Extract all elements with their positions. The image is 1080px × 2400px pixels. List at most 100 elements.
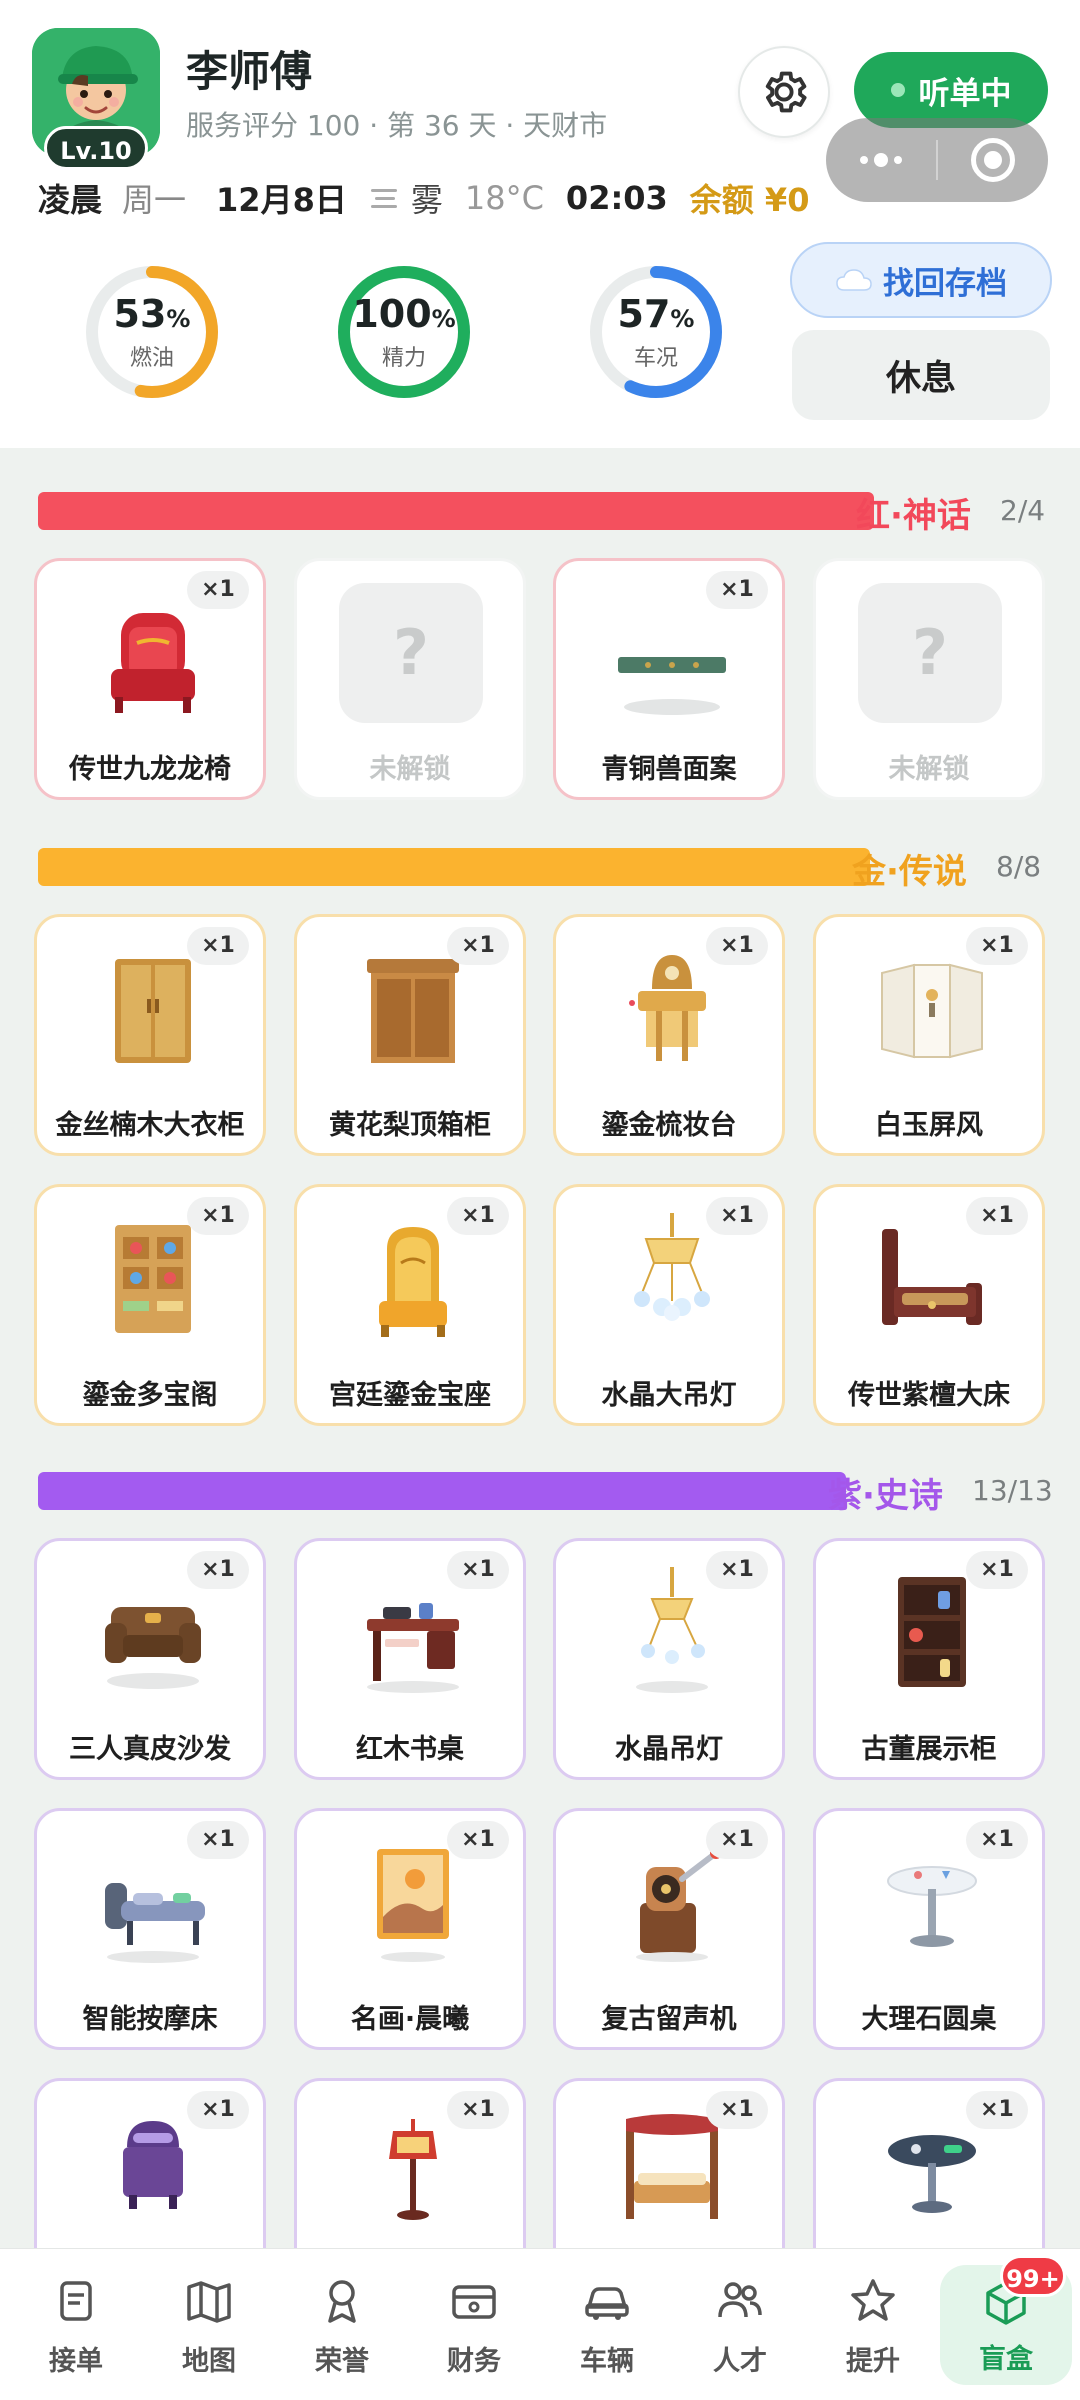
more-dots-icon: [860, 153, 902, 167]
cloud-icon: [836, 269, 872, 291]
tab-map[interactable]: 地图: [143, 2249, 275, 2400]
item-name: 传世九龙龙椅: [69, 754, 231, 785]
more-options-button[interactable]: [826, 118, 936, 202]
collection-item-card[interactable]: ×1 鎏金多宝阁: [34, 1184, 266, 1426]
collection-item-card[interactable]: ×1 鎏金梳妆台: [553, 914, 785, 1156]
tab-people[interactable]: 人才: [674, 2249, 806, 2400]
tab-car[interactable]: 车辆: [541, 2249, 673, 2400]
user-name: 李师傅: [186, 47, 313, 96]
status-label: 听单中: [918, 75, 1012, 112]
vehicle-condition-gauge: 57% 车况: [586, 262, 726, 402]
section-count: 2/4: [1000, 494, 1046, 527]
section-bar: [38, 1472, 846, 1510]
item-name: 复古留声机: [601, 2004, 737, 2035]
fuel-gauge: 53% 燃油: [82, 262, 222, 402]
energy-value: 100%: [352, 292, 456, 336]
item-name: 青铜兽面案: [601, 754, 737, 785]
section-count: 8/8: [996, 850, 1042, 883]
tab-medal[interactable]: 荣誉: [276, 2249, 408, 2400]
people-icon: [718, 2282, 762, 2318]
section-bar: [38, 848, 870, 886]
recover-save-button[interactable]: 找回存档: [790, 242, 1052, 318]
collection-item-card[interactable]: ×1 红木书桌: [294, 1538, 526, 1780]
tab-label: 接单: [49, 2346, 103, 2377]
quantity-badge: ×1: [447, 1551, 509, 1589]
collection-item-card[interactable]: ×1 传世九龙龙椅: [34, 558, 266, 800]
user-meta: 服务评分 100 · 第 36 天 · 天财市: [186, 109, 608, 142]
level-badge: Lv.10: [44, 126, 148, 170]
collection-item-card[interactable]: ×1 传世紫檀大床: [813, 1184, 1045, 1426]
quantity-badge: ×1: [706, 1197, 768, 1235]
collection-item-card[interactable]: ×1 水晶大吊灯: [553, 1184, 785, 1426]
quantity-badge: ×1: [706, 927, 768, 965]
temperature: 18°C: [464, 179, 544, 217]
item-name: 黄花梨顶箱柜: [329, 1110, 491, 1141]
mini-program-capsule: [826, 118, 1048, 202]
collection-item-card[interactable]: ×1 智能按摩床: [34, 1808, 266, 2050]
item-name: 传世紫檀大床: [848, 1380, 1010, 1411]
time-of-day: 凌晨: [38, 181, 103, 219]
quantity-badge: ×1: [187, 1821, 249, 1859]
vehicle-condition-value: 57%: [617, 292, 695, 336]
listening-status-button[interactable]: 听单中: [854, 52, 1048, 128]
tab-label: 车辆: [580, 2346, 634, 2377]
rest-button[interactable]: 休息: [792, 330, 1050, 420]
quantity-badge: ×1: [966, 1821, 1028, 1859]
collection-item-card[interactable]: ×1 白玉屏风: [813, 914, 1045, 1156]
quantity-badge: ×1: [966, 2091, 1028, 2129]
collection-item-card[interactable]: ×1 青铜兽面案: [553, 558, 785, 800]
weather: 雾: [410, 181, 443, 219]
locked-item-card[interactable]: ? 未解锁: [294, 558, 526, 800]
wallet-icon: [452, 2285, 496, 2319]
energy-label: 精力: [381, 346, 426, 371]
tab-star[interactable]: 提升: [807, 2249, 939, 2400]
quantity-badge: ×1: [706, 1551, 768, 1589]
item-name: 智能按摩床: [82, 2004, 218, 2035]
quantity-badge: ×1: [966, 1197, 1028, 1235]
collection-item-card[interactable]: ×1 黄花梨顶箱柜: [294, 914, 526, 1156]
collection-item-card[interactable]: ×1 名画·晨曦: [294, 1808, 526, 2050]
close-mini-program-button[interactable]: [938, 118, 1048, 202]
clock: 02:03: [565, 179, 668, 217]
collection-item-card[interactable]: ×1 三人真皮沙发: [34, 1538, 266, 1780]
quantity-badge: ×1: [706, 1821, 768, 1859]
tab-label: 财务: [447, 2346, 501, 2377]
tab-wallet[interactable]: 财务: [408, 2249, 540, 2400]
item-name: 宫廷鎏金宝座: [329, 1380, 491, 1411]
item-name: 水晶大吊灯: [601, 1380, 737, 1411]
item-name: 鎏金多宝阁: [82, 1380, 218, 1411]
quantity-badge: ×1: [706, 2091, 768, 2129]
item-name: 古董展示柜: [861, 1734, 997, 1765]
target-close-icon: [971, 138, 1015, 182]
quantity-badge: ×1: [447, 927, 509, 965]
collection-item-card[interactable]: ×1 宫廷鎏金宝座: [294, 1184, 526, 1426]
balance: 余额 ¥0: [689, 181, 810, 219]
collection-item-card[interactable]: ×1 金丝楠木大衣柜: [34, 914, 266, 1156]
tab-box[interactable]: 盲盒 99+: [940, 2255, 1072, 2385]
quantity-badge: ×1: [187, 1551, 249, 1589]
map-icon: [187, 2281, 231, 2323]
vehicle-condition-label: 车况: [633, 346, 678, 371]
settings-button[interactable]: [738, 46, 830, 138]
question-mark-icon: ?: [339, 583, 483, 723]
bottom-tab-bar: 接单 地图 荣誉 财务 车辆 人才 提升 盲盒 99+: [0, 2248, 1080, 2400]
quantity-badge: ×1: [966, 927, 1028, 965]
clipboard-icon: [60, 2281, 92, 2321]
fuel-value: 53%: [113, 292, 191, 336]
fuel-label: 燃油: [129, 346, 174, 371]
collection-item-card[interactable]: ×1 水晶吊灯: [553, 1538, 785, 1780]
item-name: 名画·晨曦: [350, 2004, 470, 2035]
locked-item-card[interactable]: ? 未解锁: [813, 558, 1045, 800]
quantity-badge: ×1: [187, 2091, 249, 2129]
item-name: 三人真皮沙发: [69, 1734, 231, 1765]
item-name: 鎏金梳妆台: [601, 1110, 737, 1141]
collection-item-card[interactable]: ×1 复古留声机: [553, 1808, 785, 2050]
star-icon: [851, 2279, 895, 2321]
item-name: 未解锁: [888, 754, 970, 785]
item-name: 水晶吊灯: [615, 1734, 723, 1765]
tab-clipboard[interactable]: 接单: [10, 2249, 142, 2400]
quantity-badge: ×1: [447, 1821, 509, 1859]
collection-item-card[interactable]: ×1 大理石圆桌: [813, 1808, 1045, 2050]
section-count: 13/13: [972, 1474, 1053, 1507]
collection-item-card[interactable]: ×1 古董展示柜: [813, 1538, 1045, 1780]
